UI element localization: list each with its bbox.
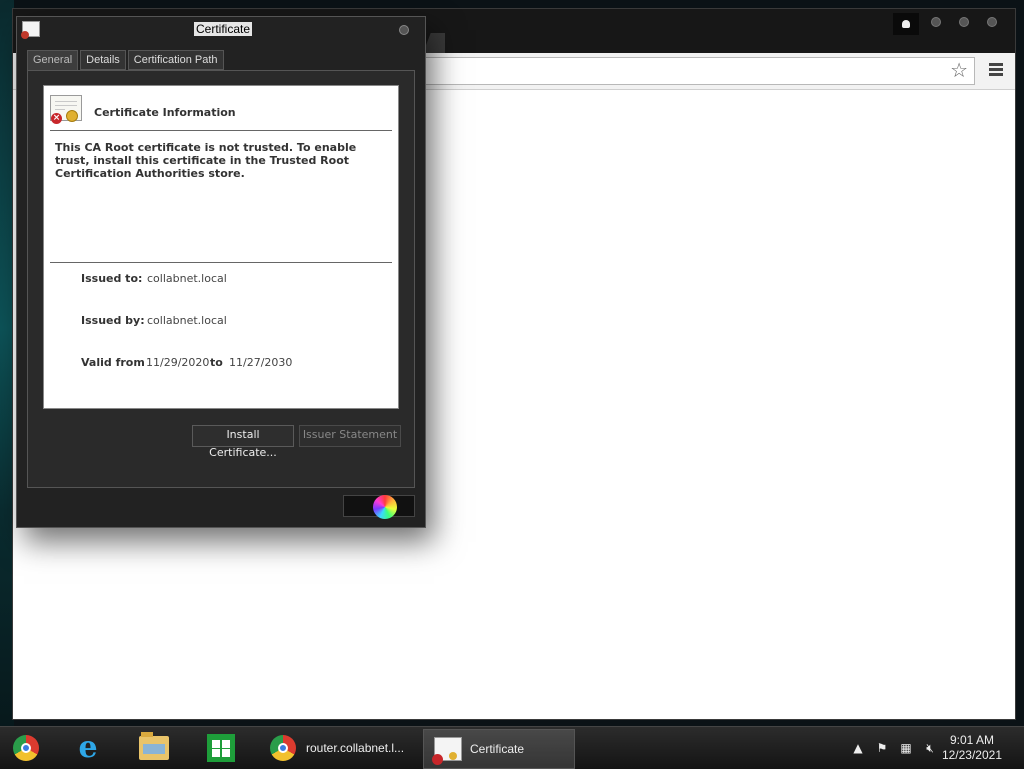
- divider: [50, 262, 392, 263]
- issued-to-value: collabnet.local: [147, 272, 227, 285]
- certificate-error-icon: ×: [50, 95, 82, 124]
- taskbar-pin-explorer[interactable]: [134, 731, 174, 765]
- minimize-button[interactable]: [925, 13, 947, 31]
- taskbar-item-certificate[interactable]: Certificate: [423, 729, 575, 769]
- minimize-icon: [931, 17, 941, 27]
- tab-certification-path[interactable]: Certification Path: [127, 50, 224, 70]
- bookmark-star-icon[interactable]: ☆: [950, 59, 968, 81]
- taskbar: e router.collabnet.l... Certificate ▲ ⚑ …: [0, 726, 1024, 769]
- tab-general[interactable]: General: [27, 50, 79, 71]
- valid-to-label: to: [210, 356, 223, 369]
- issued-by-label: Issued by:: [81, 314, 145, 327]
- profile-button[interactable]: [893, 13, 919, 35]
- taskbar-item-label: Certificate: [470, 742, 525, 756]
- taskbar-item-label: router.collabnet.l...: [306, 741, 405, 755]
- issued-by-value: collabnet.local: [147, 314, 227, 327]
- certificate-info-box: × Certificate Information This CA Root c…: [43, 85, 399, 409]
- dialog-titlebar[interactable]: Certificate: [17, 17, 425, 43]
- taskbar-item-browser[interactable]: router.collabnet.l...: [262, 729, 412, 767]
- taskbar-pin-chrome[interactable]: [6, 731, 46, 765]
- network-icon[interactable]: ▦: [898, 740, 914, 756]
- store-icon: [207, 734, 235, 762]
- trust-warning-message: This CA Root certificate is not trusted.…: [55, 141, 357, 180]
- system-tray: ▲ ⚑ ▦ 🔇︎: [850, 727, 938, 769]
- taskbar-pin-ie[interactable]: e: [68, 731, 108, 765]
- close-button[interactable]: [981, 13, 1003, 31]
- clock-time: 9:01 AM: [949, 733, 994, 747]
- action-center-flag-icon[interactable]: ⚑: [874, 740, 890, 756]
- close-icon: [987, 17, 997, 27]
- issued-to-label: Issued to:: [81, 272, 143, 285]
- show-hidden-icons-chevron-up-icon[interactable]: ▲: [850, 740, 866, 756]
- chrome-icon: [270, 735, 296, 761]
- internet-explorer-icon: e: [78, 730, 98, 765]
- maximize-icon: [959, 17, 969, 27]
- dialog-title: Certificate: [194, 22, 253, 36]
- general-tab-panel: × Certificate Information This CA Root c…: [27, 70, 415, 488]
- valid-to-value: 11/27/2030: [229, 356, 293, 369]
- certificate-icon: [432, 737, 462, 765]
- maximize-button[interactable]: [953, 13, 975, 31]
- tab-details[interactable]: Details: [80, 50, 126, 70]
- menu-icon[interactable]: [989, 63, 1003, 77]
- clock-date: 12/23/2021: [941, 748, 1002, 762]
- dialog-close-button[interactable]: [399, 25, 409, 35]
- person-icon: [902, 20, 910, 28]
- busy-spinner-icon: [373, 495, 397, 519]
- certificate-icon: [21, 21, 40, 39]
- dialog-tabs: General Details Certification Path: [27, 50, 226, 71]
- issuer-statement-button[interactable]: Issuer Statement: [299, 425, 401, 447]
- valid-from-value: 11/29/2020: [146, 356, 210, 369]
- valid-from-label: Valid from: [81, 356, 145, 369]
- certificate-dialog: Certificate General Details Certificatio…: [16, 16, 426, 528]
- info-heading: Certificate Information: [94, 106, 236, 119]
- browser-tab-edge[interactable]: [423, 33, 445, 53]
- chrome-icon: [13, 735, 39, 761]
- volume-muted-icon[interactable]: 🔇︎: [922, 740, 938, 756]
- taskbar-pin-store[interactable]: [201, 731, 241, 765]
- install-certificate-button[interactable]: Install Certificate...: [192, 425, 294, 459]
- window-controls: [893, 13, 1003, 35]
- folder-icon: [139, 732, 169, 760]
- system-clock[interactable]: 9:01 AM 12/23/2021: [942, 733, 1002, 763]
- divider: [50, 130, 392, 131]
